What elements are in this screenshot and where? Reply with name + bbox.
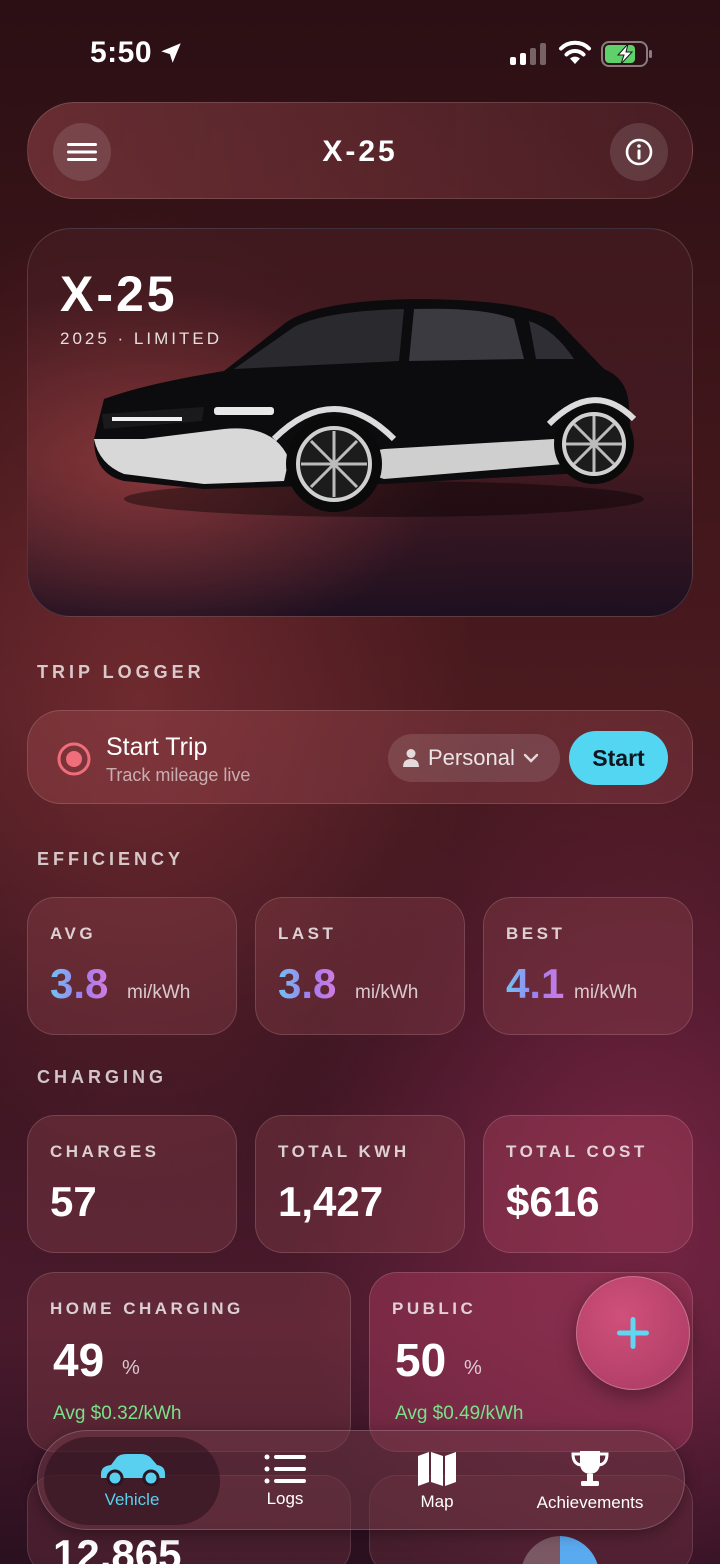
efficiency-unit: mi/kWh [355,982,419,1003]
location-arrow-icon [161,43,181,63]
record-icon [57,742,91,776]
vehicle-model: X-25 [60,266,178,322]
page-title: X-25 [322,135,398,168]
percent-unit: % [122,1357,140,1379]
tab-map[interactable]: Map [372,1431,502,1531]
status-bar: 5:50 [0,0,720,100]
efficiency-label: AVG [50,924,97,943]
plus-icon [617,1317,649,1349]
vehicle-trim: 2025 · LIMITED [60,329,222,348]
trip-subtitle: Track mileage live [106,765,251,785]
trophy-icon [571,1451,609,1486]
home-charging-card[interactable]: HOME CHARGING 49 % Avg $0.32/kWh [27,1272,351,1452]
efficiency-label: LAST [278,924,337,943]
stat-label: TOTAL KWH [278,1142,410,1161]
battery-charging-icon [601,41,652,67]
percent-value: 50 [395,1334,447,1386]
vehicle-hero-card[interactable]: X-25 2025 · LIMITED [27,228,693,617]
section-efficiency: EFFICIENCY [37,849,185,869]
status-time: 5:50 [90,36,153,69]
start-trip-button[interactable]: Start [569,731,668,785]
total-kwh-card[interactable]: TOTAL KWH 1,427 [255,1115,465,1253]
tab-vehicle[interactable]: Vehicle [44,1431,220,1531]
add-entry-button[interactable] [576,1276,690,1390]
section-charging: CHARGING [37,1067,167,1087]
stat-value: 1,427 [278,1178,384,1225]
percent-unit: % [464,1357,482,1379]
tab-label: Achievements [536,1493,644,1512]
total-cost-card[interactable]: TOTAL COST $616 [483,1115,693,1253]
percent-value: 49 [53,1334,105,1386]
avg-price: Avg $0.49/kWh [395,1403,524,1424]
stat-label: CHARGES [50,1142,160,1161]
chevron-down-icon [523,753,539,763]
vehicle-image [94,299,644,517]
cellular-signal-icon [510,41,546,65]
trip-logger-card: Start Trip Track mileage live Personal S… [27,710,693,804]
stat-label: PUBLIC [392,1299,477,1318]
stat-value: 57 [50,1178,97,1225]
stat-label: TOTAL COST [506,1142,648,1161]
efficiency-value: 3.8 [278,960,337,1007]
efficiency-value: 3.8 [50,960,109,1007]
info-icon [625,138,653,166]
efficiency-value: 4.1 [506,960,565,1007]
top-header: X-25 [27,102,693,199]
efficiency-card-avg[interactable]: AVG 3.8 mi/kWh [27,897,237,1035]
stat-value: $616 [506,1178,600,1225]
person-icon [403,749,419,767]
odometer-value: 12,865 [53,1531,182,1564]
tab-logs[interactable]: Logs [220,1431,350,1531]
section-trip-logger: TRIP LOGGER [37,662,205,682]
city-highway-chart-icon [522,1536,598,1564]
tab-label: Map [420,1492,454,1511]
efficiency-card-best[interactable]: BEST 4.1 mi/kWh [483,897,693,1035]
trip-purpose-value: Personal [428,745,515,770]
tab-label: Vehicle [104,1490,160,1509]
charges-count-card[interactable]: CHARGES 57 [27,1115,237,1253]
tab-label: Logs [266,1489,304,1508]
bottom-tab-bar: Vehicle Logs Map Achievements [37,1430,685,1530]
list-icon [264,1454,306,1484]
car-icon [101,1454,165,1486]
wifi-icon [559,40,591,64]
efficiency-label: BEST [506,924,566,943]
efficiency-unit: mi/kWh [574,982,638,1003]
trip-purpose-dropdown[interactable]: Personal [388,734,560,782]
map-icon [418,1452,456,1486]
efficiency-unit: mi/kWh [127,982,191,1003]
trip-title: Start Trip [106,733,208,761]
efficiency-card-last[interactable]: LAST 3.8 mi/kWh [255,897,465,1035]
info-button[interactable] [610,123,668,181]
stat-label: HOME CHARGING [50,1299,244,1318]
tab-achievements[interactable]: Achievements [520,1431,660,1531]
avg-price: Avg $0.32/kWh [53,1403,182,1424]
